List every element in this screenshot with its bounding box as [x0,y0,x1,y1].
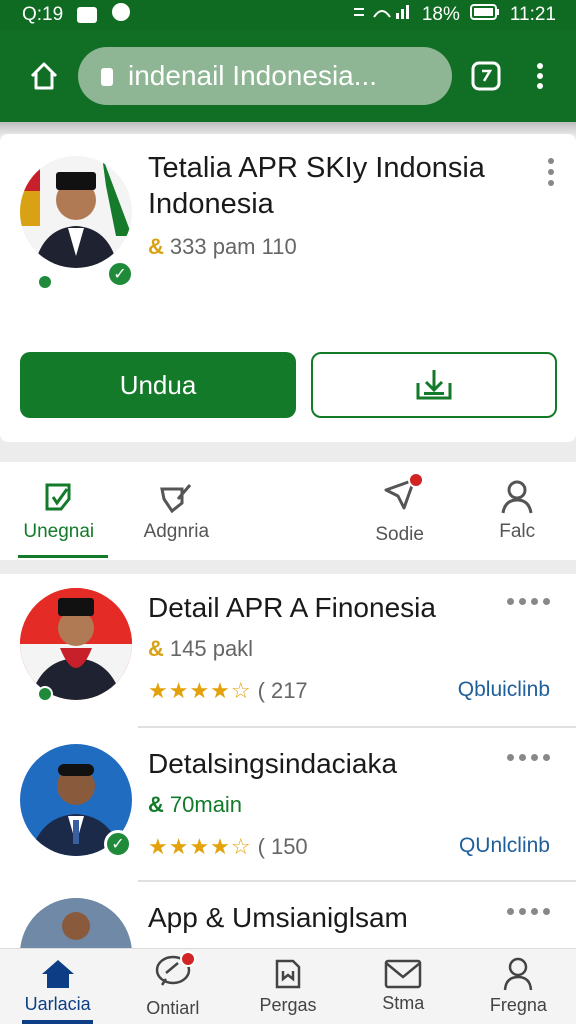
app-title: Tetalia APR SKIy Indonsia Indonesia [148,152,485,220]
divider [138,880,576,882]
tab-bar: Unegnai Adgnria Sodie Falc [0,462,576,560]
download-count-icon: & [148,636,164,661]
overflow-menu-button[interactable] [520,56,560,96]
nav-uarlacia[interactable]: Uarlacia [0,949,115,1024]
tab-label: Falc [499,521,536,542]
list-item[interactable]: ✓ Detalsingsindaciaka & 70main ★★★★☆ ( 1… [0,730,576,882]
list-item-avatar [20,588,132,700]
document-icon [275,959,301,989]
download-tab-icon [45,483,71,511]
home-icon [30,62,58,90]
app-meta-text: 333 pam 110 [169,234,297,259]
home-button[interactable] [24,56,64,96]
chat-icon [111,2,131,28]
url-text: indenail Indonesia... [128,60,378,91]
list-item-rating: ★★★★☆ ( 150 [148,834,308,860]
list-item-more-button[interactable] [507,754,550,761]
status-bar: Q:19 18% 11:21 [0,0,576,30]
nav-label: Fregna [489,995,547,1015]
tabs-icon [471,61,501,91]
verified-badge-icon: ✓ [104,830,132,858]
list-item-title: Detail APR A Finonesia [148,592,436,623]
app-meta: & 333 pam 110 [148,234,297,260]
hero-more-button[interactable] [548,158,554,186]
notification-icon [77,7,98,23]
list-item-meta: & 70main [148,792,242,818]
profile-tab-icon [501,480,533,514]
signal-icon [352,3,412,27]
list-item-more-button[interactable] [507,598,550,605]
list-item[interactable]: Detail APR A Finonesia & 145 pakl ★★★★☆ … [0,574,576,726]
share-tab-icon [160,484,192,514]
rating-count: 217 [270,678,308,703]
home-icon [41,960,74,988]
nav-label: Uarlacia [24,994,91,1014]
nav-label: Pergas [259,995,317,1015]
list-item-avatar [20,898,132,954]
notification-badge [407,472,424,488]
clock: 11:21 [509,4,556,25]
notification-badge [179,950,196,967]
list-item-meta-text: 70main [169,792,243,817]
address-bar[interactable]: indenail Indonesia... [78,47,452,105]
app-list: Detail APR A Finonesia & 145 pakl ★★★★☆ … [0,574,576,954]
status-time: Q:19 [22,4,64,25]
lock-icon [101,68,113,86]
list-item-link[interactable]: QUnlclinb [459,834,550,858]
list-item-title: App & Umsianiglsam [148,902,408,933]
app-header-card: ✓ Tetalia APR SKIy Indonsia Indonesia & … [0,134,576,442]
tab-unegnai[interactable]: Unegnai [0,462,118,560]
download-primary-button[interactable]: Undua [20,352,296,418]
nav-pergas[interactable]: Pergas [230,949,345,1024]
rating-separator: ( [257,678,265,703]
online-status-dot [37,686,53,702]
more-vertical-icon [537,63,543,89]
tab-falc[interactable]: Falc [458,462,576,560]
list-item-title: Detalsingsindaciaka [148,748,398,779]
nav-stma[interactable]: Stma [346,949,461,1024]
download-secondary-button[interactable] [311,352,557,418]
bottom-navigation: Uarlacia Ontiarl Pergas Stma Fregna [0,948,576,1024]
profile-avatar[interactable] [20,156,132,268]
download-count-icon: & [148,234,164,259]
download-icon [416,370,452,400]
nav-label: Ontiarl [146,997,200,1018]
nav-ontiarl[interactable]: Ontiarl [115,949,230,1024]
tab-label: Adgnria [143,521,210,542]
rating-count: 150 [270,834,308,859]
download-count-icon: & [148,792,164,817]
list-item[interactable]: App & Umsianiglsam [0,884,576,954]
verified-badge-icon: ✓ [106,260,134,288]
list-item-meta-text: 145 pakl [169,636,254,661]
online-status-dot [37,274,53,290]
star-rating-icon: ★★★★☆ [148,678,252,703]
list-item-rating: ★★★★☆ ( 217 [148,678,308,704]
mail-icon [384,959,422,989]
list-item-meta: & 145 pakl [148,636,253,662]
divider [138,726,576,728]
browser-toolbar: indenail Indonesia... [0,30,576,122]
battery-percent: 18% [421,4,460,25]
nav-fregna[interactable]: Fregna [461,949,576,1024]
tab-sodie[interactable]: Sodie [341,462,459,560]
profile-icon [504,957,533,991]
battery-icon [469,4,500,26]
tab-adgnria[interactable]: Adgnria [118,462,236,560]
tab-label: Sodie [375,524,424,545]
tab-label: Unegnai [23,521,95,542]
nav-label: Stma [382,993,425,1013]
star-rating-icon: ★★★★☆ [148,834,252,859]
list-item-more-button[interactable] [507,908,550,915]
rating-separator: ( [257,834,265,859]
list-item-link[interactable]: Qbluiclinb [458,678,550,702]
tabs-button[interactable] [466,56,506,96]
